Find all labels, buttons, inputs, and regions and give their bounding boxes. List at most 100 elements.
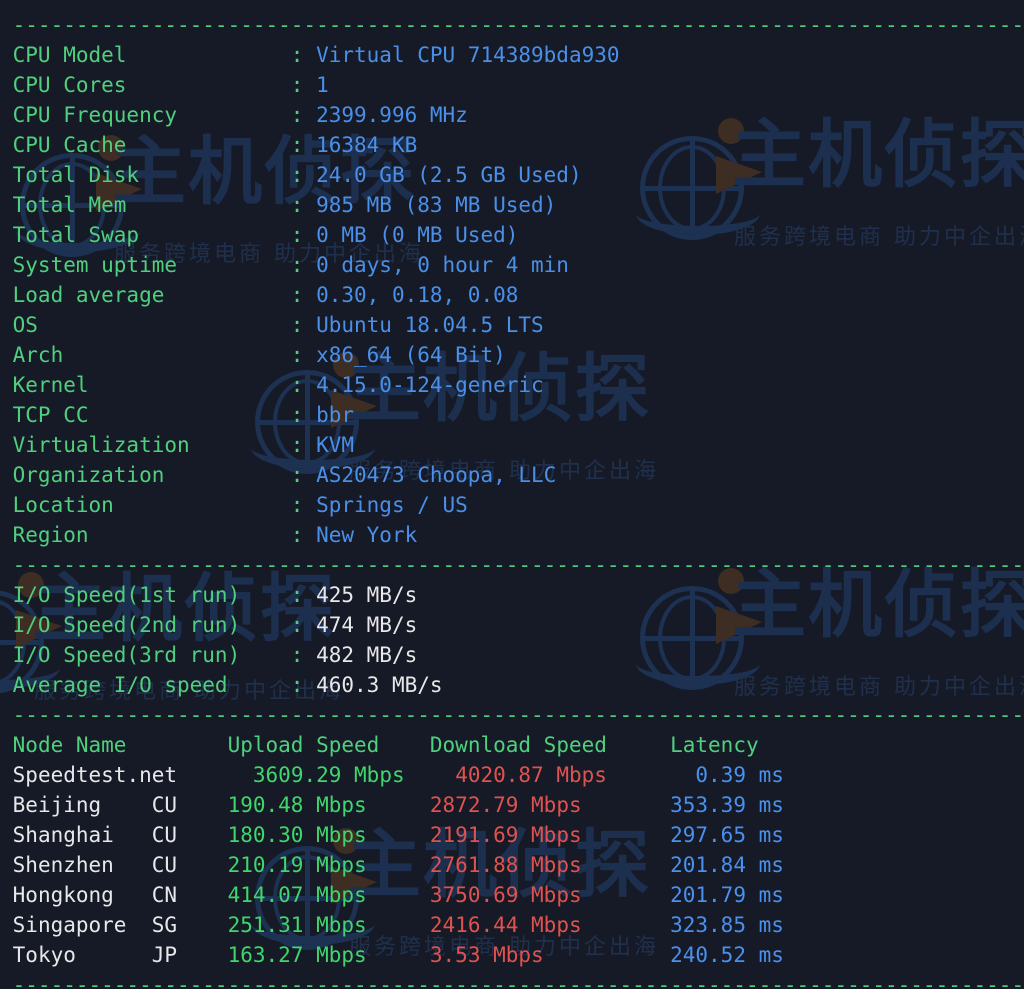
system-info-value: 985 MB (83 MB Used) — [316, 193, 557, 217]
system-info-row: Total Swap : 0 MB (0 MB Used) — [0, 220, 1024, 250]
system-info-label: CPU Cores — [0, 73, 291, 97]
speedtest-upload-value: 251.31 Mbps — [227, 913, 430, 937]
io-speed-section: I/O Speed(1st run) : 425 MB/s I/O Speed(… — [0, 580, 1024, 700]
io-speed-label: I/O Speed(1st run) — [0, 583, 291, 607]
io-speed-value: 425 MB/s — [316, 583, 418, 607]
speedtest-isp — [177, 763, 253, 787]
speedtest-latency-value: 240.52 ms — [670, 943, 784, 967]
system-info-label: System uptime — [0, 253, 291, 277]
io-speed-row: I/O Speed(1st run) : 425 MB/s — [0, 580, 1024, 610]
speedtest-row: Beijing CU 190.48 Mbps 2872.79 Mbps 353.… — [0, 790, 1024, 820]
speedtest-upload-value: 414.07 Mbps — [227, 883, 430, 907]
separator-colon: : — [290, 433, 317, 457]
speedtest-isp: SG — [151, 913, 228, 937]
io-speed-row: I/O Speed(2nd run) : 474 MB/s — [0, 610, 1024, 640]
system-info-label: Location — [0, 493, 291, 517]
io-speed-row: I/O Speed(3rd run) : 482 MB/s — [0, 640, 1024, 670]
system-info-label: Virtualization — [0, 433, 291, 457]
system-info-row: CPU Model : Virtual CPU 714389bda930 — [0, 40, 1024, 70]
io-speed-label: Average I/O speed — [0, 673, 291, 697]
speedtest-download-value: 2761.88 Mbps — [429, 853, 671, 877]
speedtest-download-value: 2191.69 Mbps — [429, 823, 671, 847]
system-info-value: 24.0 GB (2.5 GB Used) — [316, 163, 582, 187]
speedtest-isp: JP — [151, 943, 228, 967]
separator-colon: : — [290, 673, 317, 697]
row-indent — [0, 733, 13, 757]
system-info-label: CPU Frequency — [0, 103, 291, 127]
row-indent — [0, 793, 13, 817]
speedtest-node-name: Shanghai — [12, 823, 152, 847]
system-info-row: Arch : x86_64 (64 Bit) — [0, 340, 1024, 370]
speedtest-download-value: 3750.69 Mbps — [429, 883, 671, 907]
speedtest-node-name: Beijing — [12, 793, 152, 817]
speedtest-latency-value: 297.65 ms — [670, 823, 784, 847]
speedtest-upload-value: 190.48 Mbps — [227, 793, 430, 817]
speedtest-isp: CU — [151, 793, 228, 817]
row-indent — [0, 913, 13, 937]
separator-colon: : — [290, 163, 317, 187]
system-info-value: Virtual CPU 714389bda930 — [316, 43, 620, 67]
speedtest-node-name: Speedtest.net — [12, 763, 178, 787]
speedtest-header-download: Download Speed — [429, 733, 671, 757]
row-indent — [0, 763, 13, 787]
separator-colon: : — [290, 283, 317, 307]
system-info-value: KVM — [316, 433, 355, 457]
system-info-value: 0.30, 0.18, 0.08 — [316, 283, 519, 307]
system-info-row: Total Disk : 24.0 GB (2.5 GB Used) — [0, 160, 1024, 190]
separator-colon: : — [290, 223, 317, 247]
row-indent — [0, 853, 13, 877]
divider-middle: ----------------------------------------… — [0, 553, 1024, 577]
system-info-value: 4.15.0-124-generic — [316, 373, 544, 397]
separator-colon: : — [290, 643, 317, 667]
row-indent — [0, 883, 13, 907]
system-info-value: 1 — [316, 73, 329, 97]
speedtest-row: Shanghai CU 180.30 Mbps 2191.69 Mbps 297… — [0, 820, 1024, 850]
speedtest-download-value: 2872.79 Mbps — [429, 793, 671, 817]
system-info-row: Virtualization : KVM — [0, 430, 1024, 460]
speedtest-header-upload: Upload Speed — [227, 733, 430, 757]
system-info-value: 0 MB (0 MB Used) — [316, 223, 519, 247]
system-info-label: CPU Model — [0, 43, 291, 67]
system-info-value: New York — [316, 523, 418, 547]
speedtest-latency-value: 353.39 ms — [670, 793, 784, 817]
system-info-value: Ubuntu 18.04.5 LTS — [316, 313, 544, 337]
speedtest-download-value: 2416.44 Mbps — [429, 913, 671, 937]
system-info-row: TCP CC : bbr — [0, 400, 1024, 430]
speedtest-upload-value: 3609.29 Mbps — [252, 763, 456, 787]
system-info-row: Total Mem : 985 MB (83 MB Used) — [0, 190, 1024, 220]
separator-colon: : — [290, 403, 317, 427]
separator-colon: : — [290, 343, 317, 367]
system-info-label: Total Swap — [0, 223, 291, 247]
system-info-section: CPU Model : Virtual CPU 714389bda930 CPU… — [0, 40, 1024, 550]
speedtest-node-name: Tokyo — [12, 943, 152, 967]
speedtest-isp: CU — [151, 823, 228, 847]
system-info-row: Location : Springs / US — [0, 490, 1024, 520]
terminal-content: ----------------------------------------… — [0, 0, 1024, 989]
separator-colon: : — [290, 373, 317, 397]
system-info-label: Organization — [0, 463, 291, 487]
speedtest-header-latency: Latency — [670, 733, 759, 757]
speedtest-latency-value: 323.85 ms — [670, 913, 784, 937]
speedtest-node-name: Shenzhen — [12, 853, 152, 877]
system-info-label: Kernel — [0, 373, 291, 397]
separator-colon: : — [290, 313, 317, 337]
separator-colon: : — [290, 43, 317, 67]
speedtest-row: Hongkong CN 414.07 Mbps 3750.69 Mbps 201… — [0, 880, 1024, 910]
separator-colon: : — [290, 133, 317, 157]
system-info-label: CPU Cache — [0, 133, 291, 157]
terminal-window: 主机侦探 服务跨境电商 助力中企出海 主机侦探 服务跨境电商 助力中企出海 主机… — [0, 0, 1024, 989]
speedtest-upload-value: 210.19 Mbps — [227, 853, 430, 877]
system-info-row: CPU Cores : 1 — [0, 70, 1024, 100]
system-info-value: 2399.996 MHz — [316, 103, 468, 127]
separator-colon: : — [290, 193, 317, 217]
speedtest-download-value: 4020.87 Mbps — [455, 763, 696, 787]
system-info-label: Load average — [0, 283, 291, 307]
system-info-label: Total Mem — [0, 193, 291, 217]
separator-colon: : — [290, 493, 317, 517]
system-info-label: TCP CC — [0, 403, 291, 427]
separator-colon: : — [290, 613, 317, 637]
divider-speedtest: ----------------------------------------… — [0, 703, 1024, 727]
speedtest-isp: CU — [151, 853, 228, 877]
io-speed-value: 460.3 MB/s — [316, 673, 443, 697]
system-info-value: 16384 KB — [316, 133, 418, 157]
